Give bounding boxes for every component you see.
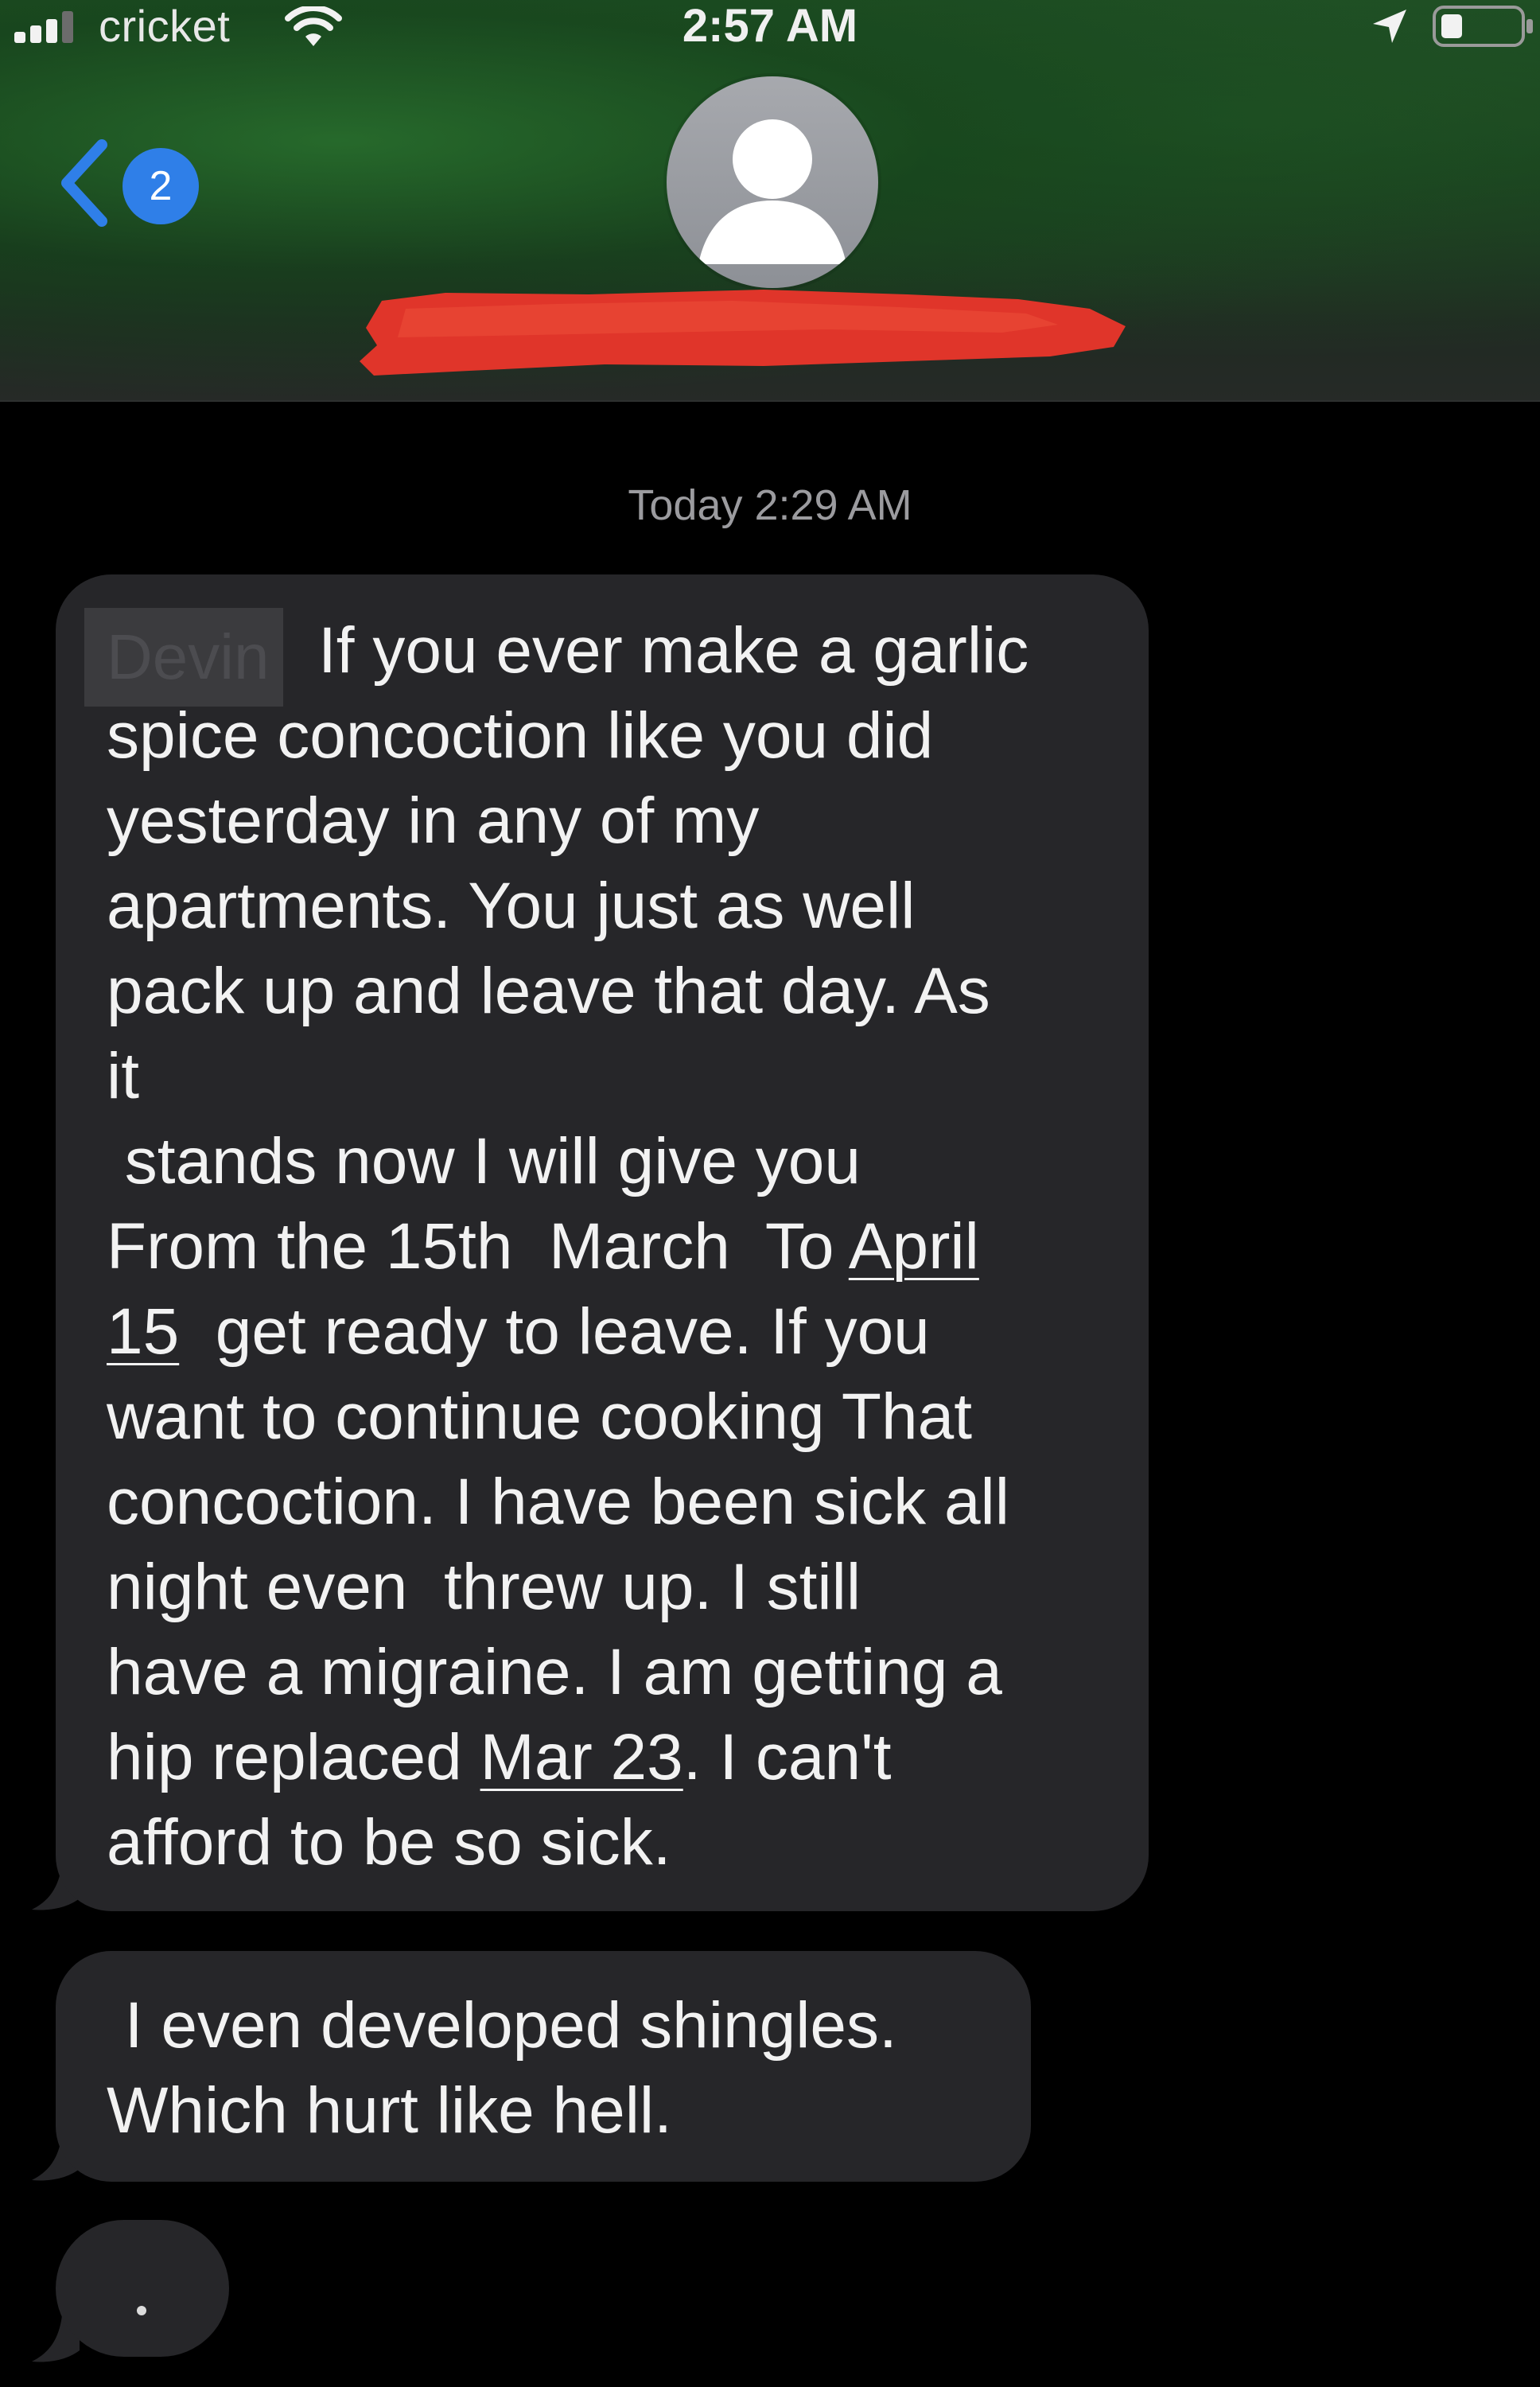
message-line: it: [107, 1040, 139, 1112]
message-text: If you ever make a garlic spice concocti…: [107, 608, 1029, 1885]
person-avatar-icon: [698, 119, 846, 264]
typing-dot: [137, 2306, 146, 2315]
message-line: stands now I will give you: [107, 1125, 861, 1197]
message-line: hip replaced Mar 23. I can't: [107, 1721, 892, 1793]
back-button[interactable]: 2: [52, 132, 199, 236]
date-link[interactable]: April: [849, 1210, 979, 1283]
signal-bars-icon: [14, 11, 73, 43]
typing-indicator-bubble: [56, 2220, 229, 2357]
message-line: From the 15th March To April: [107, 1210, 979, 1283]
message-bubble[interactable]: Devin If you ever make a garlic spice co…: [56, 574, 1149, 1911]
status-time: 2:57 AM: [682, 0, 858, 52]
message-line: spice concoction like you did: [107, 699, 934, 772]
message-bubble[interactable]: I even developed shingles. Which hurt li…: [56, 1951, 1031, 2182]
date-link[interactable]: Mar 23: [480, 1721, 683, 1793]
contact-name-redaction: [360, 290, 1126, 376]
header-divider: [0, 400, 1540, 402]
message-text: I even developed shingles. Which hurt li…: [107, 1983, 897, 2153]
location-arrow-icon: [1373, 10, 1406, 43]
conversation-header: cricket 2:57 AM 2: [0, 0, 1540, 402]
contact-avatar[interactable]: [667, 76, 878, 288]
status-bar: cricket 2:57 AM: [0, 0, 1540, 56]
wifi-icon: [285, 6, 342, 46]
message-line: I even developed shingles.: [107, 1989, 897, 2062]
message-line: concoction. I have been sick all: [107, 1466, 1009, 1538]
message-line: 15 get ready to leave. If you: [107, 1295, 930, 1368]
message-line: night even threw up. I still: [107, 1551, 861, 1623]
conversation-timestamp: Today 2:29 AM: [628, 481, 912, 529]
message-line: have a migraine. I am getting a: [107, 1636, 1002, 1708]
date-link[interactable]: 15: [107, 1295, 179, 1368]
message-line: apartments. You just as well: [107, 870, 916, 942]
carrier-name: cricket: [99, 1, 231, 51]
message-line: Which hurt like hell.: [107, 2074, 672, 2147]
message-line: If you ever make a garlic: [318, 614, 1029, 687]
message-line: want to continue cooking That: [107, 1380, 972, 1453]
unread-count-badge: 2: [122, 148, 199, 224]
battery-icon: [1433, 6, 1533, 47]
message-line: pack up and leave that day. As: [107, 955, 990, 1027]
message-line: yesterday in any of my: [107, 785, 760, 857]
message-line: afford to be so sick.: [107, 1806, 671, 1879]
back-chevron-icon: [61, 139, 107, 227]
